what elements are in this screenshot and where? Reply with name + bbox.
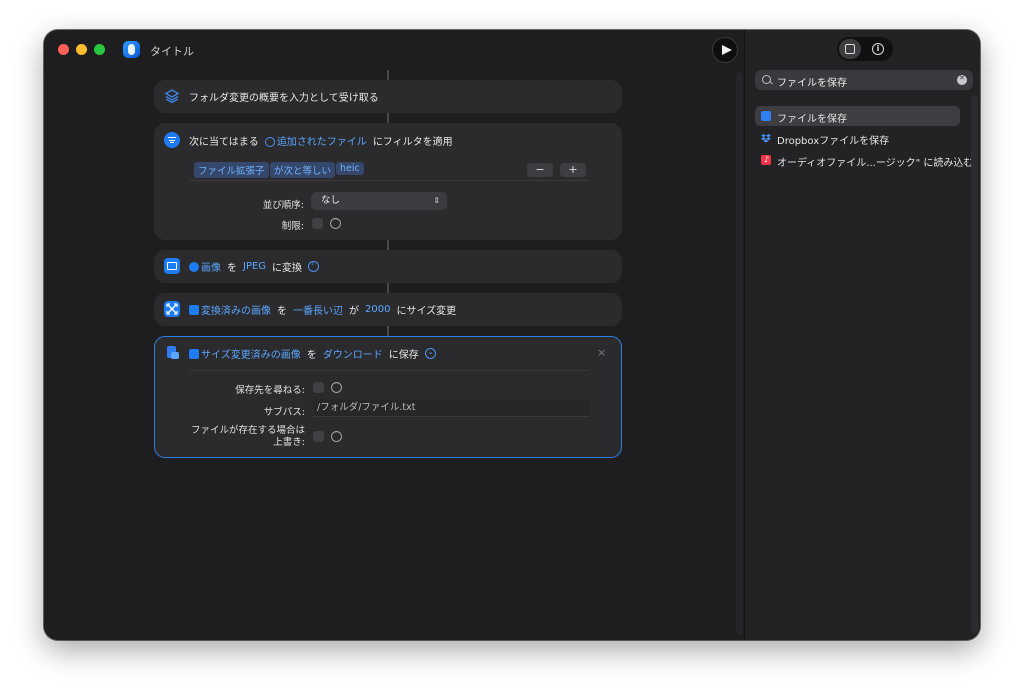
sidebar-tab-control: i <box>837 37 893 61</box>
format-token[interactable]: JPEG <box>243 261 266 272</box>
subpath-field[interactable]: /フォルダ/ファイル.txt <box>313 399 589 417</box>
word-save: に保存 <box>388 350 419 361</box>
connector <box>387 240 389 250</box>
image-token[interactable]: 画像 <box>189 259 221 274</box>
limit-checkbox[interactable] <box>312 218 323 229</box>
add-filter-button[interactable]: + <box>560 163 586 177</box>
ask-destination-checkbox[interactable] <box>313 382 324 393</box>
word-ga: が <box>349 306 359 317</box>
search-input[interactable]: ファイルを保存 <box>777 74 847 89</box>
action-text: フォルダ変更の概要を入力として受け取る <box>189 93 379 104</box>
connector <box>387 326 389 336</box>
remove-action-button[interactable]: × <box>597 346 606 359</box>
connector <box>387 70 389 80</box>
window-title[interactable]: タイトル <box>150 43 194 59</box>
overwrite-checkbox[interactable] <box>313 431 324 442</box>
destination-token[interactable]: ダウンロード <box>323 346 383 361</box>
tab-info[interactable]: i <box>867 39 889 59</box>
word-wo: を <box>277 306 287 317</box>
word-convert: に変換 <box>272 263 303 274</box>
remove-filter-button[interactable]: − <box>527 163 553 177</box>
action-resize-image[interactable]: 変換済みの画像 を 一番長い辺 が 2000 にサイズ変更 <box>154 293 622 326</box>
converted-image-token[interactable]: 変換済みの画像 <box>189 302 271 317</box>
dropbox-icon <box>761 133 771 143</box>
gear-icon <box>264 136 275 147</box>
editor-scrollbar[interactable] <box>736 72 743 635</box>
sort-order-select[interactable]: なし ⇕ <box>311 192 447 210</box>
action-convert-image[interactable]: 画像 を JPEG に変換 › <box>154 250 622 283</box>
input-variable-token[interactable]: 追加されたファイル <box>264 133 367 148</box>
image-icon <box>164 258 180 274</box>
filter-suffix: にフィルタを適用 <box>372 136 453 148</box>
resize-icon <box>189 349 199 359</box>
shortcut-app-icon[interactable] <box>123 41 140 58</box>
filter-icon <box>164 132 180 148</box>
limit-label: 制限: <box>281 221 304 232</box>
action-save-file[interactable]: サイズ変更済みの画像 を ダウンロード に保存 ⌄ × 保存先を尋ねる: サブパ… <box>154 336 622 458</box>
minimize-window-button[interactable] <box>76 44 87 55</box>
result-save-file[interactable]: ファイルを保存 <box>755 106 960 126</box>
resize-icon <box>164 301 180 317</box>
word-wo: を <box>306 350 317 361</box>
connector <box>387 283 389 293</box>
ask-destination-options-icon[interactable] <box>331 379 342 393</box>
sidebar-scrollbar[interactable] <box>971 96 978 634</box>
library-icon <box>845 44 855 54</box>
action-receive-folder-input[interactable]: フォルダ変更の概要を入力として受け取る <box>154 80 622 113</box>
action-filter-files[interactable]: 次に当てはまる 追加されたファイル にフィルタを適用 ファイル拡張子 が次と等し… <box>154 123 622 240</box>
music-icon: ♪ <box>761 155 771 165</box>
limit-options-icon[interactable] <box>330 215 341 229</box>
result-add-audio-to-music[interactable]: ♪ オーディオファイル...ージック" に読み込む <box>755 150 973 170</box>
size-token[interactable]: 2000 <box>365 304 390 315</box>
layers-icon <box>164 89 180 104</box>
edge-token[interactable]: 一番長い辺 <box>293 302 343 317</box>
save-file-icon <box>164 345 180 361</box>
overwrite-options-icon[interactable] <box>331 428 342 442</box>
image-icon <box>189 305 199 315</box>
resized-image-token[interactable]: サイズ変更済みの画像 <box>189 346 301 361</box>
search-field[interactable]: ファイルを保存 <box>755 70 973 90</box>
chevron-down-icon[interactable]: ⌄ <box>424 347 436 359</box>
editor-pane: タイトル フォルダ変更の概要を入力として受け取る 次に当てはまる 追加されたファ… <box>44 30 744 640</box>
chevron-right-icon[interactable]: › <box>308 259 320 272</box>
ask-destination-label: 保存先を尋ねる: <box>235 385 305 396</box>
run-button[interactable] <box>712 37 738 63</box>
sort-label: 並び順序: <box>262 200 304 211</box>
filter-prefix: 次に当てはまる <box>189 136 259 148</box>
close-window-button[interactable] <box>58 44 69 55</box>
tab-actions[interactable] <box>839 39 861 59</box>
filter-operator-token[interactable]: が次と等しい <box>270 162 336 178</box>
shortcuts-window: タイトル フォルダ変更の概要を入力として受け取る 次に当てはまる 追加されたファ… <box>44 30 980 640</box>
filter-field-token[interactable]: ファイル拡張子 <box>194 162 269 178</box>
info-icon: i <box>872 43 884 55</box>
chevron-updown-icon: ⇕ <box>433 196 440 205</box>
filter-value-token[interactable]: heic <box>336 162 364 175</box>
word-wo: を <box>227 263 237 274</box>
connector <box>387 113 389 123</box>
save-file-icon <box>761 111 771 121</box>
word-resize: にサイズ変更 <box>396 306 457 317</box>
gear-icon <box>189 262 199 272</box>
subpath-label: サブパス: <box>263 407 305 418</box>
action-library-sidebar: i ファイルを保存 ファイルを保存 Dropboxファイルを保存 ♪ オーディオ… <box>744 30 980 640</box>
zoom-window-button[interactable] <box>94 44 105 55</box>
clear-search-icon[interactable] <box>957 74 967 85</box>
overwrite-label: ファイルが存在する場合は 上書き: <box>190 425 305 448</box>
divider <box>190 370 588 371</box>
result-dropbox-save[interactable]: Dropboxファイルを保存 <box>755 128 960 148</box>
